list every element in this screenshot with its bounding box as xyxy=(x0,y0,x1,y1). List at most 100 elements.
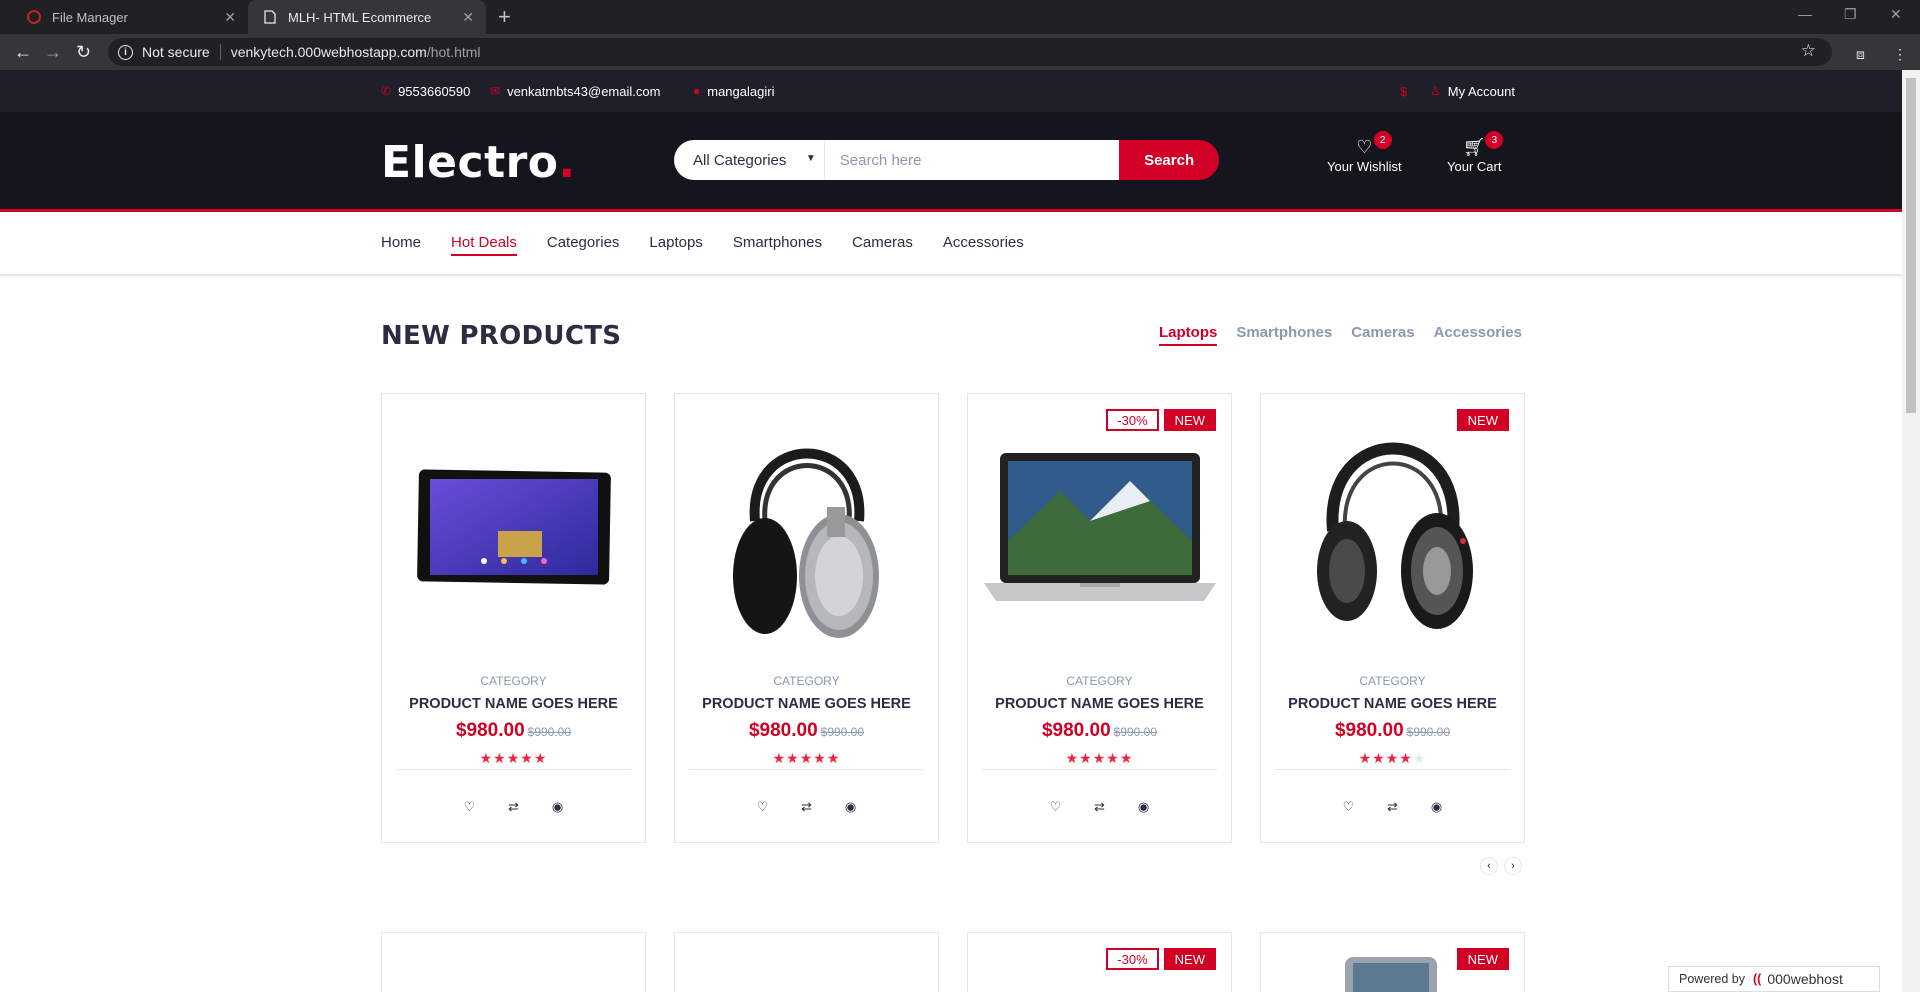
new-label: NEW xyxy=(1163,948,1216,970)
nav-item-cameras[interactable]: Cameras xyxy=(852,234,913,256)
product-actions: ♡ ⇄ ◉ xyxy=(1261,799,1524,815)
url-path: /hot.html xyxy=(426,44,481,60)
divider xyxy=(396,769,631,770)
product-card[interactable]: -30% NEW CATEGORY PRODUCT NAME GOES HERE $98… xyxy=(967,393,1232,843)
wishlist-count-badge: 2 xyxy=(1373,131,1392,149)
section-tab-smartphones[interactable]: Smartphones xyxy=(1236,324,1332,346)
star-icon: ★ xyxy=(479,750,494,766)
location-link[interactable]: ● mangalagiri xyxy=(693,70,774,112)
logo[interactable]: Electro. xyxy=(381,137,576,188)
product-labels: NEW xyxy=(1452,409,1509,431)
url-bar[interactable]: i Not secure venkytech.000webhostapp.com… xyxy=(108,38,1832,66)
product-name[interactable]: PRODUCT NAME GOES HERE xyxy=(675,696,938,712)
quick-view-eye-icon[interactable]: ◉ xyxy=(829,799,873,815)
prev-arrow-icon[interactable]: ‹ xyxy=(1480,857,1498,875)
quick-view-eye-icon[interactable]: ◉ xyxy=(536,799,580,815)
product-card[interactable]: CATEGORY PRODUCT NAME GOES HERE $980.00 $99… xyxy=(674,393,939,843)
category-select-value: All Categories xyxy=(693,151,787,169)
browser-tab-strip: File Manager ✕ MLH- HTML Ecommerce ✕ + —… xyxy=(0,0,1920,34)
nav-item-hot-deals[interactable]: Hot Deals xyxy=(451,234,517,256)
cart-widget[interactable]: 🛒︎ Your Cart 3 xyxy=(1447,131,1504,174)
compare-icon[interactable]: ⇄ xyxy=(492,799,536,815)
laptop-image[interactable] xyxy=(968,394,1231,657)
search-input[interactable]: Search here xyxy=(824,140,1120,180)
close-tab-icon[interactable]: ✕ xyxy=(462,9,474,26)
currency-link[interactable]: $ xyxy=(1400,70,1407,112)
forward-icon[interactable]: → xyxy=(44,42,62,62)
main-header: Electro. All Categories ▼ Search here Se… xyxy=(0,112,1902,212)
phone-link[interactable]: ✆ 9553660590 xyxy=(381,70,470,112)
quick-view-eye-icon[interactable]: ◉ xyxy=(1122,799,1166,815)
studio-headphones-image[interactable] xyxy=(1261,394,1524,657)
category-select[interactable]: All Categories ▼ xyxy=(674,140,825,180)
address-toolbar: ← → ↻ i Not secure venkytech.000webhosta… xyxy=(0,34,1920,70)
divider xyxy=(1275,769,1510,770)
powered-by-text: Powered by xyxy=(1679,972,1746,986)
nav-item-smartphones[interactable]: Smartphones xyxy=(733,234,822,256)
compare-icon[interactable]: ⇄ xyxy=(1371,799,1415,815)
restore-icon[interactable]: ❐ xyxy=(1844,6,1857,23)
product-card[interactable]: -30% NEW xyxy=(967,932,1232,992)
cast-icon[interactable]: ⧈ xyxy=(1856,46,1865,63)
page-scrollbar[interactable] xyxy=(1902,70,1920,992)
my-account-link[interactable]: ♙ My Account xyxy=(1430,70,1515,112)
minimize-icon[interactable]: — xyxy=(1798,6,1812,22)
tab-title: MLH- HTML Ecommerce xyxy=(288,9,432,25)
add-to-wishlist-icon[interactable]: ♡ xyxy=(448,799,492,815)
nav-item-laptops[interactable]: Laptops xyxy=(649,234,702,256)
product-card[interactable]: NEW xyxy=(1260,932,1525,992)
product-actions: ♡ ⇄ ◉ xyxy=(675,799,938,815)
star-icon: ★ xyxy=(520,750,534,766)
product-rating: ★★★★★ xyxy=(382,750,645,767)
product-name[interactable]: PRODUCT NAME GOES HERE xyxy=(1261,696,1524,712)
tab-ecommerce[interactable]: MLH- HTML Ecommerce ✕ xyxy=(248,0,486,34)
product-card[interactable] xyxy=(674,932,939,992)
url-host: venkytech.000webhostapp.com xyxy=(230,44,427,60)
nav-item-categories[interactable]: Categories xyxy=(547,234,620,256)
section-tab-accessories[interactable]: Accessories xyxy=(1434,324,1522,346)
email-address: venkatmbts43@email.com xyxy=(507,83,661,99)
search-button[interactable]: Search xyxy=(1119,140,1219,180)
product-name[interactable]: PRODUCT NAME GOES HERE xyxy=(382,696,645,712)
compare-icon[interactable]: ⇄ xyxy=(1078,799,1122,815)
powered-by-badge[interactable]: Powered by (( 000webhost xyxy=(1668,966,1880,992)
product-old-price: $990.00 xyxy=(527,725,572,739)
dropdown-caret-icon: ▼ xyxy=(805,153,816,164)
nav-item-accessories[interactable]: Accessories xyxy=(943,234,1024,256)
star-icon: ★ xyxy=(493,750,507,766)
tablet-image[interactable] xyxy=(382,394,645,657)
product-rating: ★★★★★ xyxy=(968,750,1231,767)
nav-item-home[interactable]: Home xyxy=(381,234,421,256)
close-tab-icon[interactable]: ✕ xyxy=(224,9,236,26)
section-tab-cameras[interactable]: Cameras xyxy=(1351,324,1414,346)
product-actions: ♡ ⇄ ◉ xyxy=(382,799,645,815)
new-tab-icon[interactable]: + xyxy=(498,6,511,28)
menu-icon[interactable]: ⋮ xyxy=(1893,46,1907,63)
add-to-wishlist-icon[interactable]: ♡ xyxy=(1034,799,1078,815)
divider xyxy=(982,769,1217,770)
star-icon: ★ xyxy=(1358,750,1373,766)
reload-icon[interactable]: ↻ xyxy=(76,42,91,62)
product-card[interactable]: NEW CATEGORY PRODUCT NAME GOES HERE $980.00… xyxy=(1260,393,1525,843)
product-card[interactable]: CATEGORY PRODUCT NAME GOES HERE $980.00 $99… xyxy=(381,393,646,843)
quick-view-eye-icon[interactable]: ◉ xyxy=(1415,799,1459,815)
scrollbar-thumb[interactable] xyxy=(1906,78,1916,413)
headphones-image[interactable] xyxy=(675,394,938,657)
compare-icon[interactable]: ⇄ xyxy=(785,799,829,815)
email-link[interactable]: ✉ venkatmbts43@email.com xyxy=(490,70,660,112)
bookmark-star-icon[interactable]: ☆ xyxy=(1801,41,1816,61)
add-to-wishlist-icon[interactable]: ♡ xyxy=(1327,799,1371,815)
star-icon: ★ xyxy=(533,750,548,766)
product-card[interactable] xyxy=(381,932,646,992)
add-to-wishlist-icon[interactable]: ♡ xyxy=(741,799,785,815)
star-icon: ★ xyxy=(772,750,787,766)
product-name[interactable]: PRODUCT NAME GOES HERE xyxy=(968,696,1231,712)
wishlist-widget[interactable]: ♡ Your Wishlist 2 xyxy=(1327,131,1402,174)
section-tab-laptops[interactable]: Laptops xyxy=(1159,324,1218,346)
close-window-icon[interactable]: ✕ xyxy=(1890,6,1902,23)
tab-file-manager[interactable]: File Manager ✕ xyxy=(0,0,248,34)
next-arrow-icon[interactable]: › xyxy=(1504,857,1522,875)
product-price: $980.00 xyxy=(1334,720,1404,741)
back-icon[interactable]: ← xyxy=(14,42,32,62)
info-icon[interactable]: i xyxy=(118,44,133,60)
